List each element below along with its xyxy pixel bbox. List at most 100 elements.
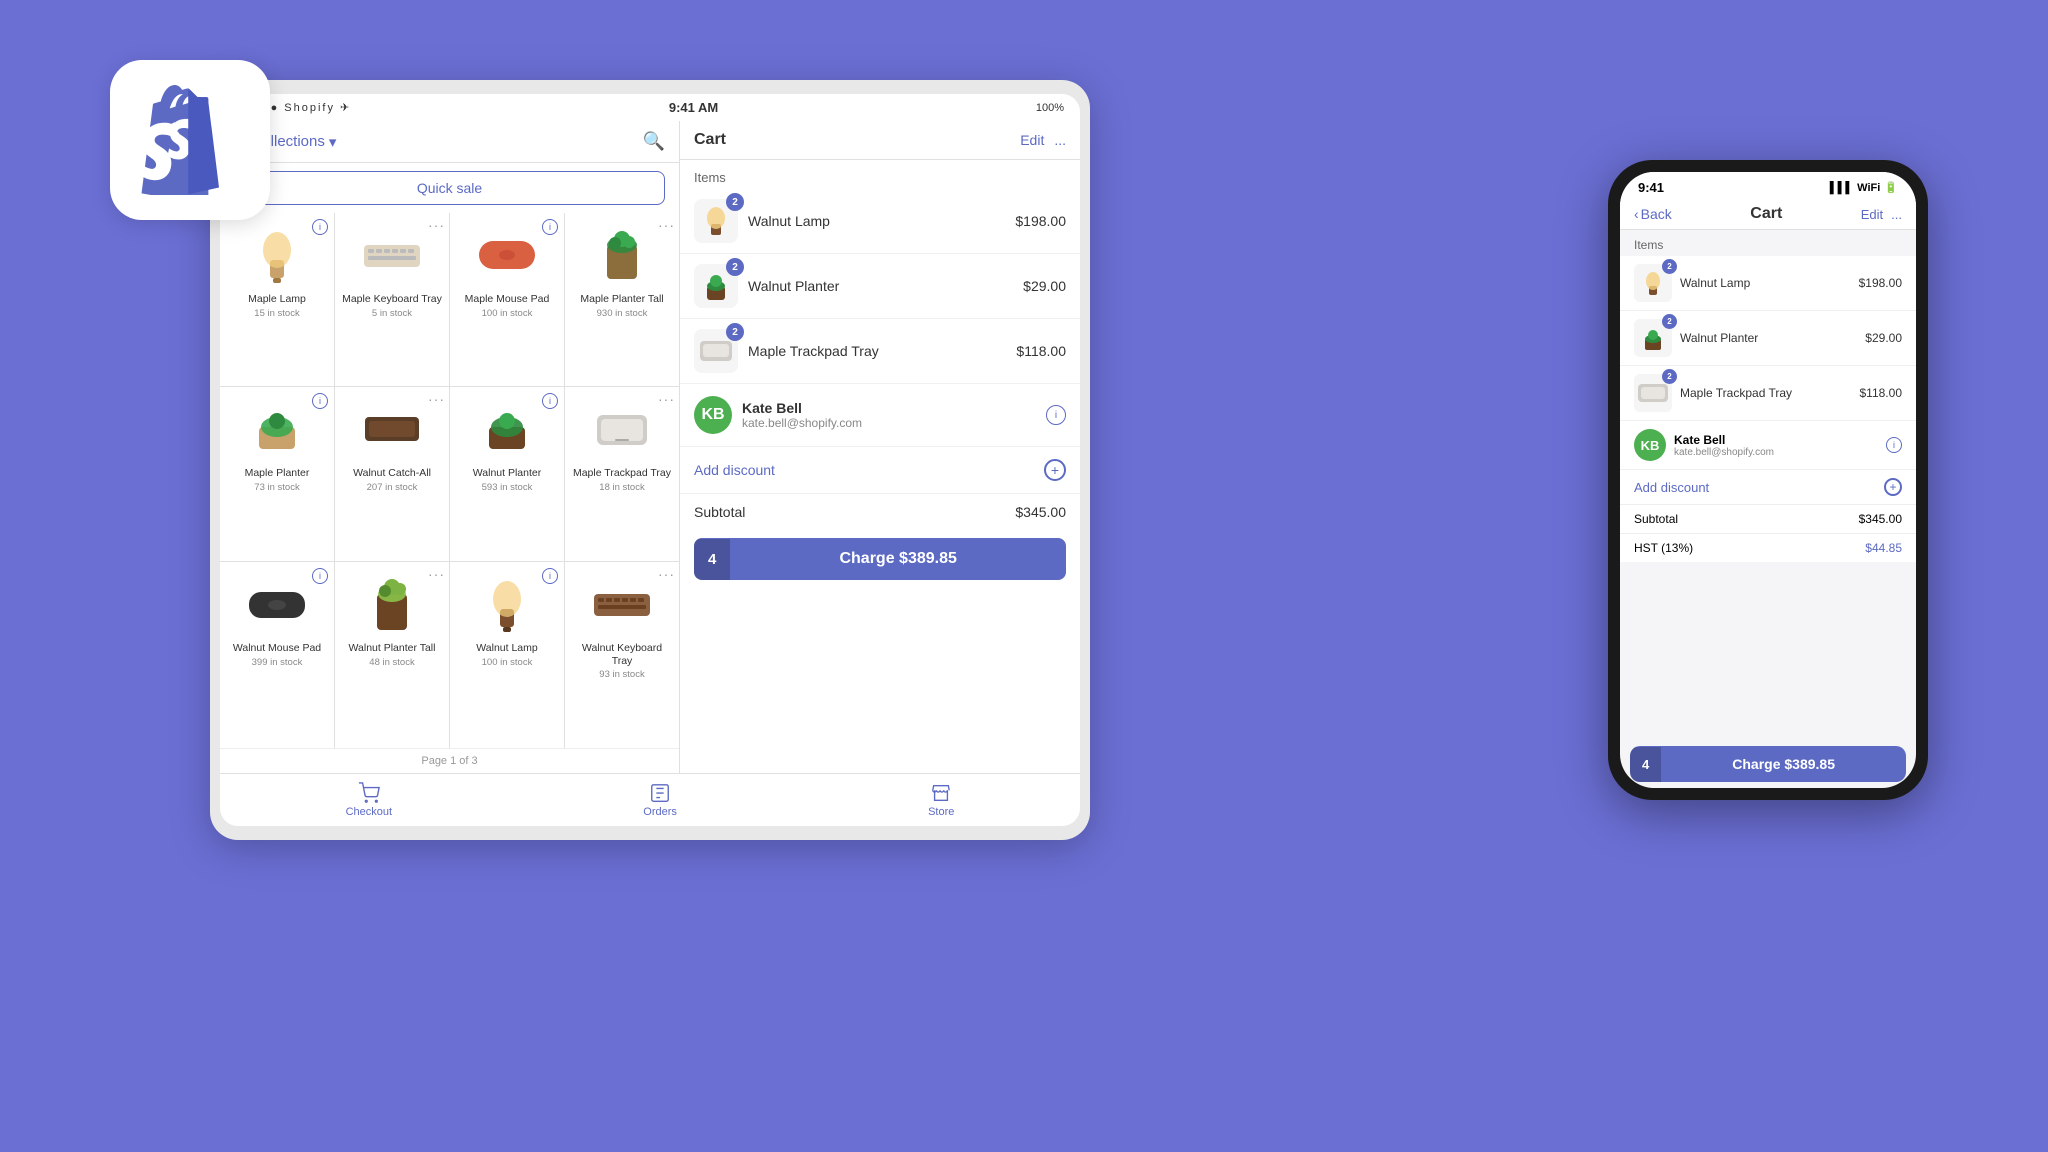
iphone-add-discount[interactable]: Add discount + [1620, 470, 1916, 505]
product-name: Maple Keyboard Tray [342, 293, 442, 306]
charge-label: Charge $389.85 [730, 538, 1066, 580]
iphone-charge-label: Charge $389.85 [1661, 746, 1906, 782]
cart-item-price: $198.00 [1015, 213, 1066, 229]
iphone-nav-actions: Edit ... [1861, 207, 1902, 222]
quick-sale-button[interactable]: Quick sale [234, 171, 665, 205]
cart-item-image: 2 [694, 264, 738, 308]
customer-info-icon[interactable]: i [1046, 405, 1066, 425]
product-name: Walnut Keyboard Tray [571, 642, 673, 667]
tablet-time: 9:41 AM [669, 100, 718, 115]
iphone-charge-qty: 4 [1630, 747, 1661, 782]
iphone-item-name: Maple Trackpad Tray [1680, 386, 1852, 400]
product-image [473, 395, 541, 463]
cart-item-name: Walnut Planter [748, 278, 1013, 294]
product-name: Maple Mouse Pad [465, 293, 550, 306]
nav-orders-label: Orders [643, 806, 677, 818]
customer-row[interactable]: KB Kate Bell kate.bell@shopify.com i [680, 384, 1080, 447]
products-header: All collections ▾ 🔍 [220, 121, 679, 163]
cart-item-maple-trackpad-tray[interactable]: 2 Maple Trackpad Tray $118.00 [680, 319, 1080, 384]
add-discount-row[interactable]: Add discount + [680, 447, 1080, 494]
product-image [243, 570, 311, 638]
iphone-item-qty: 2 [1662, 259, 1677, 274]
product-image [588, 221, 656, 289]
iphone-items-label: Items [1620, 230, 1916, 256]
tablet-battery: 100% [1036, 102, 1064, 114]
nav-checkout[interactable]: Checkout [346, 782, 392, 818]
iphone-customer-row[interactable]: KB Kate Bell kate.bell@shopify.com i [1620, 421, 1916, 470]
iphone-customer-info-icon[interactable]: i [1886, 437, 1902, 453]
customer-info: Kate Bell kate.bell@shopify.com [742, 400, 1036, 430]
product-image [243, 221, 311, 289]
iphone-subtotal: Subtotal $345.00 [1620, 505, 1916, 534]
cart-item-qty: 2 [726, 193, 744, 211]
product-walnut-keyboard-tray[interactable]: ··· Walnut Keyboard Tray 93 in stock [565, 562, 679, 748]
product-stock: 207 in stock [367, 482, 418, 493]
info-icon: i [312, 219, 328, 235]
cart-item-walnut-lamp[interactable]: 2 Walnut Lamp $198.00 [680, 189, 1080, 254]
product-walnut-catch-all[interactable]: ··· Walnut Catch-All 207 in stock [335, 387, 449, 560]
product-image [588, 395, 656, 463]
signal-icon: ▌▌▌ [1830, 182, 1853, 194]
product-maple-planter-tall[interactable]: ··· Maple Planter Tall 930 in stock [565, 213, 679, 386]
cart-item-name: Walnut Lamp [748, 213, 1005, 229]
iphone-time: 9:41 [1638, 180, 1664, 195]
product-maple-lamp[interactable]: i Maple Lamp 15 in stock [220, 213, 334, 386]
tablet-nav: Checkout Orders Store [220, 773, 1080, 826]
product-walnut-lamp[interactable]: i Walnut Lamp 100 in stock [450, 562, 564, 748]
iphone-cart-item-walnut-planter[interactable]: 2 Walnut Planter $29.00 [1620, 311, 1916, 366]
iphone-item-price: $29.00 [1865, 331, 1902, 345]
charge-button[interactable]: 4 Charge $389.85 [694, 538, 1066, 580]
nav-store[interactable]: Store [928, 782, 954, 818]
cart-item-name: Maple Trackpad Tray [748, 343, 1006, 359]
product-name: Maple Trackpad Tray [573, 467, 671, 480]
iphone-more-button[interactable]: ... [1891, 207, 1902, 222]
dropdown-arrow-icon: ▾ [329, 133, 337, 151]
page-indicator: Page 1 of 3 [220, 748, 679, 773]
subtotal-value: $345.00 [1015, 504, 1066, 520]
products-panel: All collections ▾ 🔍 Quick sale i Maple L… [220, 121, 680, 773]
tablet-device: ●●●●● Shopify ✈ 9:41 AM 100% All collect… [210, 80, 1090, 840]
products-grid: i Maple Lamp 15 in stock ··· Maple Keybo… [220, 213, 679, 748]
cart-edit-button[interactable]: Edit [1020, 132, 1044, 148]
iphone-edit-button[interactable]: Edit [1861, 207, 1883, 222]
iphone-subtotal-value: $345.00 [1859, 512, 1902, 526]
product-maple-trackpad-tray[interactable]: ··· Maple Trackpad Tray 18 in stock [565, 387, 679, 560]
cart-item-price: $118.00 [1016, 343, 1066, 359]
product-maple-planter[interactable]: i Maple Planter 73 in stock [220, 387, 334, 560]
iphone-charge-button[interactable]: 4 Charge $389.85 [1630, 746, 1906, 782]
product-maple-keyboard-tray[interactable]: ··· Maple Keyboard Tray 5 in stock [335, 213, 449, 386]
iphone-subtotal-label: Subtotal [1634, 512, 1678, 526]
product-stock: 399 in stock [252, 657, 303, 668]
iphone-item-image: 2 [1634, 264, 1672, 302]
nav-orders[interactable]: Orders [643, 782, 677, 818]
search-icon[interactable]: 🔍 [643, 131, 665, 152]
iphone-add-discount-plus-icon[interactable]: + [1884, 478, 1902, 496]
product-stock: 100 in stock [482, 657, 533, 668]
wifi-icon: WiFi [1857, 182, 1880, 194]
charge-qty-badge: 4 [694, 539, 730, 580]
iphone-back-button[interactable]: ‹ Back [1634, 206, 1672, 222]
iphone-item-price: $118.00 [1860, 386, 1903, 400]
iphone-screen: 9:41 ▌▌▌ WiFi 🔋 ‹ Back Cart Edit ... Ite… [1620, 172, 1916, 788]
product-stock: 93 in stock [599, 669, 644, 680]
product-stock: 593 in stock [482, 482, 533, 493]
product-walnut-mouse-pad[interactable]: i Walnut Mouse Pad 399 in stock [220, 562, 334, 748]
cart-item-qty: 2 [726, 258, 744, 276]
product-stock: 18 in stock [599, 482, 644, 493]
iphone-status-bar: 9:41 ▌▌▌ WiFi 🔋 [1620, 172, 1916, 199]
iphone-item-image: 2 [1634, 374, 1672, 412]
cart-item-walnut-planter[interactable]: 2 Walnut Planter $29.00 [680, 254, 1080, 319]
iphone-cart-item-walnut-lamp[interactable]: 2 Walnut Lamp $198.00 [1620, 256, 1916, 311]
subtotal-label: Subtotal [694, 504, 745, 520]
product-image [358, 395, 426, 463]
product-walnut-planter-tall[interactable]: ··· Walnut Planter Tall 48 in stock [335, 562, 449, 748]
info-icon: i [542, 219, 558, 235]
cart-header: Cart Edit ... [680, 121, 1080, 160]
cart-more-button[interactable]: ... [1054, 132, 1066, 148]
product-maple-mouse-pad[interactable]: i Maple Mouse Pad 100 in stock [450, 213, 564, 386]
add-discount-plus-icon[interactable]: + [1044, 459, 1066, 481]
product-walnut-planter[interactable]: i Walnut Planter 593 in stock [450, 387, 564, 560]
back-arrow-icon: ‹ [1634, 206, 1639, 222]
product-stock: 930 in stock [597, 308, 648, 319]
iphone-cart-item-maple-trackpad-tray[interactable]: 2 Maple Trackpad Tray $118.00 [1620, 366, 1916, 421]
